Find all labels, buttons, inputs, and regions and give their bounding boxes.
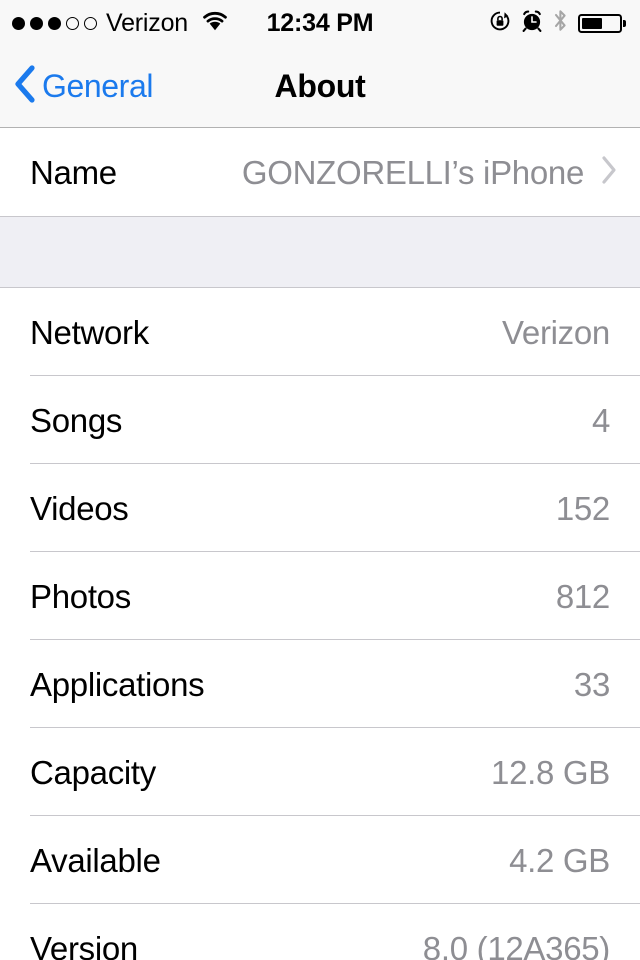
signal-dot-3 bbox=[48, 16, 61, 30]
chevron-right-icon bbox=[600, 155, 618, 190]
settings-group-device-info: Network Verizon Songs 4 Videos 152 Photo… bbox=[0, 288, 640, 960]
row-label: Capacity bbox=[30, 753, 156, 791]
row-value: 33 bbox=[573, 665, 610, 703]
row-value: 4.2 GB bbox=[509, 841, 610, 879]
table-row-name[interactable]: Name GONZORELLI’s iPhone bbox=[0, 128, 640, 216]
signal-strength-indicator bbox=[12, 16, 97, 30]
row-value: 4 bbox=[591, 401, 610, 439]
chevron-left-icon bbox=[14, 64, 36, 108]
battery-cap bbox=[623, 19, 626, 27]
row-value: 8.0 (12A365) bbox=[422, 929, 611, 960]
battery-body bbox=[577, 13, 622, 33]
group-spacer bbox=[0, 216, 640, 288]
settings-group-name: Name GONZORELLI’s iPhone bbox=[0, 128, 640, 216]
carrier-label: Verizon bbox=[106, 8, 188, 37]
navigation-bar: General About bbox=[0, 46, 640, 128]
battery-fill bbox=[581, 17, 603, 29]
row-label: Songs bbox=[30, 401, 123, 439]
table-row-capacity[interactable]: Capacity 12.8 GB bbox=[0, 728, 640, 816]
row-label: Available bbox=[30, 841, 161, 879]
table-row-network[interactable]: Network Verizon bbox=[0, 288, 640, 376]
wifi-icon bbox=[201, 10, 229, 36]
row-value: 12.8 GB bbox=[491, 753, 610, 791]
clock-label: 12:34 PM bbox=[266, 8, 374, 37]
row-value: GONZORELLI’s iPhone bbox=[241, 153, 584, 191]
table-row-songs[interactable]: Songs 4 bbox=[0, 376, 640, 464]
status-bar-right bbox=[489, 9, 626, 37]
table-row-version[interactable]: Version 8.0 (12A365) bbox=[0, 904, 640, 960]
rotation-lock-icon bbox=[489, 10, 511, 37]
signal-dot-1 bbox=[12, 16, 25, 30]
row-label: Network bbox=[30, 313, 149, 351]
back-button-general[interactable]: General bbox=[14, 46, 153, 126]
row-value: Verizon bbox=[502, 313, 610, 351]
row-label: Name bbox=[30, 153, 117, 191]
table-row-videos[interactable]: Videos 152 bbox=[0, 464, 640, 552]
row-label: Applications bbox=[30, 665, 205, 703]
signal-dot-4 bbox=[66, 16, 79, 30]
signal-dot-2 bbox=[30, 16, 43, 30]
iphone-screen: Verizon 12:34 PM General About Name GONZ… bbox=[0, 0, 640, 960]
bluetooth-icon bbox=[553, 9, 568, 37]
back-button-label: General bbox=[42, 68, 154, 104]
status-bar: Verizon 12:34 PM bbox=[0, 0, 640, 46]
table-row-applications[interactable]: Applications 33 bbox=[0, 640, 640, 728]
table-row-available[interactable]: Available 4.2 GB bbox=[0, 816, 640, 904]
alarm-clock-icon bbox=[521, 10, 543, 37]
battery-icon bbox=[577, 13, 626, 33]
status-bar-left: Verizon bbox=[12, 10, 229, 36]
row-value: 812 bbox=[555, 577, 610, 615]
row-value: 152 bbox=[555, 489, 610, 527]
signal-dot-5 bbox=[84, 16, 97, 30]
row-label: Photos bbox=[30, 577, 131, 615]
row-label: Videos bbox=[30, 489, 129, 527]
table-row-photos[interactable]: Photos 812 bbox=[0, 552, 640, 640]
row-label: Version bbox=[30, 929, 138, 960]
